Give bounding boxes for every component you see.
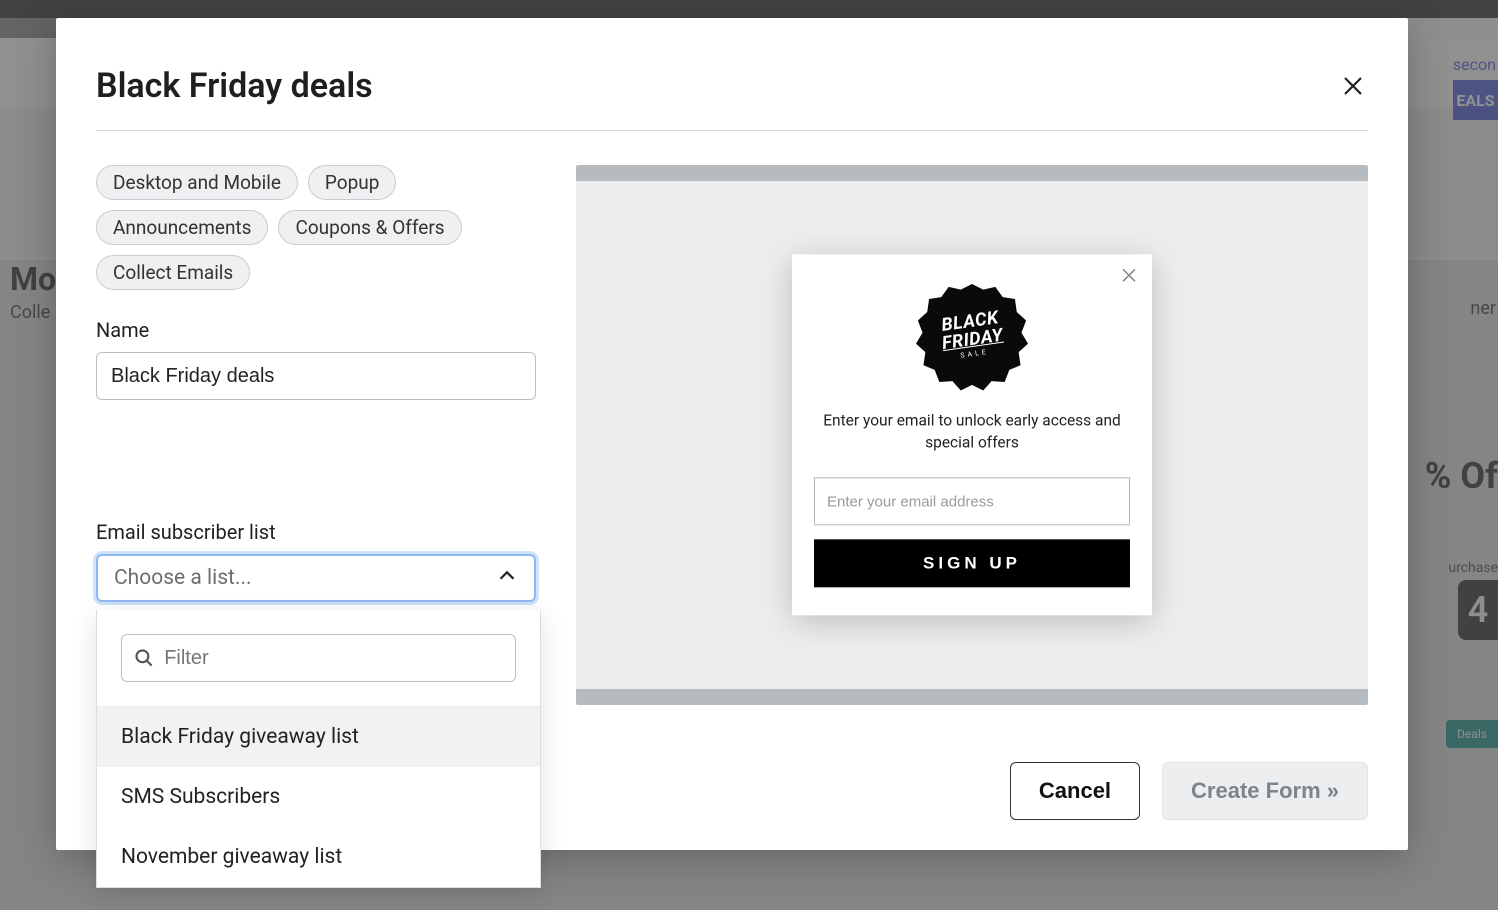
filter-input[interactable] [164,647,503,670]
cancel-button[interactable]: Cancel [1010,762,1140,820]
chevron-up-icon [496,565,518,591]
divider [96,130,1368,131]
preview-stage: BLACK FRIDAY SALE Enter your email to un… [576,181,1368,689]
email-list-select[interactable]: Choose a list... [96,554,536,602]
popup-signup-button[interactable]: SIGN UP [814,540,1130,588]
form-left-column: Desktop and Mobile Popup Announcements C… [96,165,536,705]
preview-popup: BLACK FRIDAY SALE Enter your email to un… [792,254,1152,615]
preview-column: BLACK FRIDAY SALE Enter your email to un… [576,165,1368,705]
modal-header: Black Friday deals [96,66,1368,106]
option-november[interactable]: November giveaway list [97,827,540,887]
email-list-select-wrap: Choose a list... Black Friday giveaway l… [96,554,536,602]
tag-announcements[interactable]: Announcements [96,210,268,245]
close-icon [1341,74,1365,98]
tag-popup[interactable]: Popup [308,165,397,200]
popup-email-input[interactable] [814,478,1130,526]
tag-list: Desktop and Mobile Popup Announcements C… [96,165,536,290]
tag-desktop-mobile[interactable]: Desktop and Mobile [96,165,298,200]
black-friday-badge: BLACK FRIDAY SALE [916,280,1028,392]
modal-footer: Cancel Create Form » [1010,762,1368,820]
create-form-modal: Black Friday deals Desktop and Mobile Po… [56,18,1408,850]
modal-title: Black Friday deals [96,66,373,106]
email-list-label: Email subscriber list [96,520,536,544]
create-form-button[interactable]: Create Form » [1162,762,1368,820]
close-modal-button[interactable] [1338,71,1368,101]
tag-coupons-offers[interactable]: Coupons & Offers [278,210,461,245]
option-black-friday[interactable]: Black Friday giveaway list [97,707,540,767]
search-icon [134,647,154,669]
name-input[interactable] [96,352,536,400]
name-label: Name [96,318,536,342]
email-list-dropdown: Black Friday giveaway list SMS Subscribe… [96,610,541,888]
filter-input-wrap[interactable] [121,634,516,682]
preview-popup-close[interactable] [1120,266,1138,288]
tag-collect-emails[interactable]: Collect Emails [96,255,250,290]
select-placeholder: Choose a list... [114,566,252,590]
popup-text: Enter your email to unlock early access … [814,410,1130,453]
preview-box: BLACK FRIDAY SALE Enter your email to un… [576,165,1368,705]
close-icon [1120,266,1138,284]
option-sms-subscribers[interactable]: SMS Subscribers [97,767,540,827]
